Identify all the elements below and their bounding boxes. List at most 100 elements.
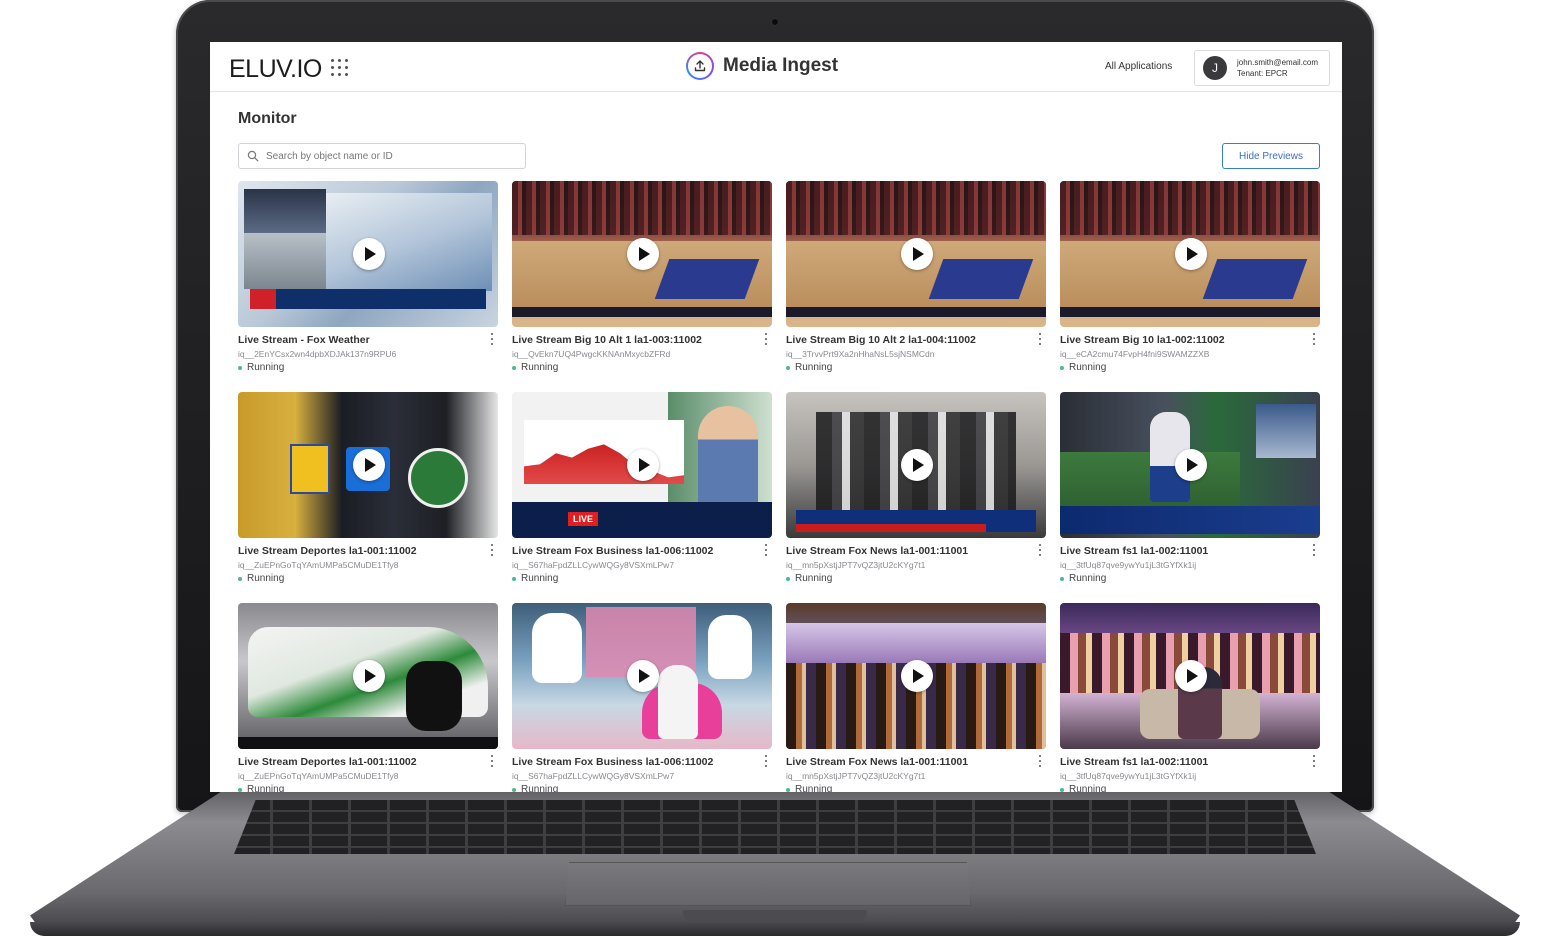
stream-card[interactable]: Live Stream Big 10 Alt 1 la1-003:11002 iq…: [512, 181, 772, 381]
more-options-icon[interactable]: [488, 755, 496, 767]
play-icon[interactable]: [901, 449, 933, 481]
more-options-icon[interactable]: [488, 333, 496, 345]
play-icon[interactable]: [627, 238, 659, 270]
play-icon[interactable]: [353, 449, 385, 481]
more-options-icon[interactable]: [488, 544, 496, 556]
more-options-icon[interactable]: [1310, 333, 1318, 345]
avatar: J: [1203, 56, 1227, 80]
stream-preview[interactable]: [1060, 181, 1320, 327]
app-title-group: Media Ingest: [686, 51, 838, 81]
play-icon[interactable]: [353, 660, 385, 692]
status-label: Running: [521, 784, 559, 792]
stream-card[interactable]: Live Stream Deportes la1-001:11002 iq__Zu…: [238, 392, 498, 592]
search-box[interactable]: [238, 143, 526, 169]
stream-status: Running: [786, 362, 832, 373]
trackpad: [565, 862, 971, 906]
stream-card[interactable]: Live Stream Fox News la1-001:11001 iq__mn…: [786, 392, 1046, 592]
status-label: Running: [795, 362, 833, 373]
more-options-icon[interactable]: [762, 544, 770, 556]
play-icon[interactable]: [627, 660, 659, 692]
more-options-icon[interactable]: [1310, 755, 1318, 767]
stream-card[interactable]: Live Stream Big 10 la1-002:11002 iq__eCA2…: [1060, 181, 1320, 381]
stream-object-id: iq__mn5pXstjJPT7vQZ3jtU2cKYg7t1: [786, 771, 926, 781]
play-icon[interactable]: [1175, 660, 1207, 692]
stream-card[interactable]: Live Stream Deportes la1-001:11002 iq__Zu…: [238, 603, 498, 792]
stream-status: Running: [238, 573, 284, 584]
stream-preview[interactable]: [786, 181, 1046, 327]
apps-grid-icon[interactable]: [331, 59, 348, 76]
play-icon[interactable]: [1175, 238, 1207, 270]
stream-status: Running: [786, 784, 832, 792]
play-icon[interactable]: [627, 449, 659, 481]
stream-title: Live Stream Fox Business la1-006:11002: [512, 756, 714, 768]
more-options-icon[interactable]: [1036, 755, 1044, 767]
status-label: Running: [1069, 362, 1107, 373]
stream-status: Running: [238, 784, 284, 792]
stream-preview[interactable]: [238, 392, 498, 538]
stream-card[interactable]: Live Stream fs1 la1-002:11001 iq__3tfUq87…: [1060, 603, 1320, 792]
stream-card[interactable]: LIVE Live Stream Fox Business la1-006:110…: [512, 392, 772, 592]
stream-card[interactable]: Live Stream Fox News la1-001:11001 iq__mn…: [786, 603, 1046, 792]
webcam: [771, 18, 779, 26]
status-dot-icon: [786, 365, 790, 370]
play-icon[interactable]: [901, 660, 933, 692]
status-label: Running: [795, 573, 833, 584]
stream-title: Live Stream Deportes la1-001:11002: [238, 756, 417, 768]
keyboard: [234, 800, 1316, 854]
status-label: Running: [1069, 784, 1107, 792]
stream-card[interactable]: Live Stream Fox Business la1-006:11002 iq…: [512, 603, 772, 792]
status-label: Running: [795, 784, 833, 792]
status-dot-icon: [238, 576, 242, 581]
stream-title: Live Stream Fox Business la1-006:11002: [512, 545, 714, 557]
stream-object-id: iq__2EnYCsx2wn4dpbXDJAk137n9RPU6: [238, 349, 397, 359]
play-icon[interactable]: [1175, 449, 1207, 481]
stream-preview[interactable]: [1060, 392, 1320, 538]
stream-preview[interactable]: [786, 603, 1046, 749]
play-icon[interactable]: [901, 238, 933, 270]
stream-preview[interactable]: LIVE: [512, 392, 772, 538]
more-options-icon[interactable]: [1036, 544, 1044, 556]
status-dot-icon: [512, 365, 516, 370]
eluvio-logo[interactable]: ELUV.IO: [229, 55, 322, 84]
status-label: Running: [247, 573, 285, 584]
more-options-icon[interactable]: [1036, 333, 1044, 345]
more-options-icon[interactable]: [762, 333, 770, 345]
stream-card[interactable]: Live Stream Big 10 Alt 2 la1-004:11002 iq…: [786, 181, 1046, 381]
stream-title: Live Stream Fox News la1-001:11001: [786, 756, 969, 768]
search-input[interactable]: [266, 150, 516, 162]
status-label: Running: [247, 362, 285, 373]
stream-preview[interactable]: [512, 181, 772, 327]
hide-previews-button[interactable]: Hide Previews: [1222, 143, 1320, 169]
stream-preview[interactable]: [238, 603, 498, 749]
status-dot-icon: [238, 365, 242, 370]
stream-object-id: iq__ZuEPnGoTqYAmUMPa5CMuDE1Tfy8: [238, 560, 399, 570]
stream-card[interactable]: Live Stream fs1 la1-002:11001 iq__3tfUq87…: [1060, 392, 1320, 592]
play-icon[interactable]: [353, 238, 385, 270]
all-applications-link[interactable]: All Applications: [1105, 61, 1172, 72]
stream-object-id: iq__ZuEPnGoTqYAmUMPa5CMuDE1Tfy8: [238, 771, 399, 781]
status-dot-icon: [1060, 787, 1064, 792]
status-dot-icon: [786, 787, 790, 792]
stream-preview[interactable]: [786, 392, 1046, 538]
stream-preview[interactable]: [512, 603, 772, 749]
stream-object-id: iq__QvEkn7UQ4PwgcKKNAnMxycbZFRd: [512, 349, 671, 359]
more-options-icon[interactable]: [762, 755, 770, 767]
stream-object-id: iq__mn5pXstjJPT7vQZ3jtU2cKYg7t1: [786, 560, 926, 570]
stream-preview[interactable]: [1060, 603, 1320, 749]
stream-status: Running: [512, 573, 558, 584]
status-dot-icon: [512, 787, 516, 792]
stream-object-id: iq__3TrvvPrt9Xa2nHhaNsL5sjNSMCdn: [786, 349, 935, 359]
stream-status: Running: [238, 362, 284, 373]
status-dot-icon: [512, 576, 516, 581]
stream-title: Live Stream Big 10 la1-002:11002: [1060, 334, 1225, 346]
status-dot-icon: [1060, 576, 1064, 581]
more-options-icon[interactable]: [1310, 544, 1318, 556]
status-label: Running: [521, 573, 559, 584]
stream-card[interactable]: Live Stream - Fox Weather iq__2EnYCsx2wn4…: [238, 181, 498, 381]
stream-object-id: iq__S67haFpdZLLCywWQGy8VSXmLPw7: [512, 560, 675, 570]
stream-title: Live Stream fs1 la1-002:11001: [1060, 756, 1209, 768]
user-menu[interactable]: J john.smith@email.com Tenant: EPCR: [1194, 50, 1330, 86]
laptop-notch: [683, 910, 867, 922]
stream-preview[interactable]: [238, 181, 498, 327]
stream-title: Live Stream Deportes la1-001:11002: [238, 545, 417, 557]
